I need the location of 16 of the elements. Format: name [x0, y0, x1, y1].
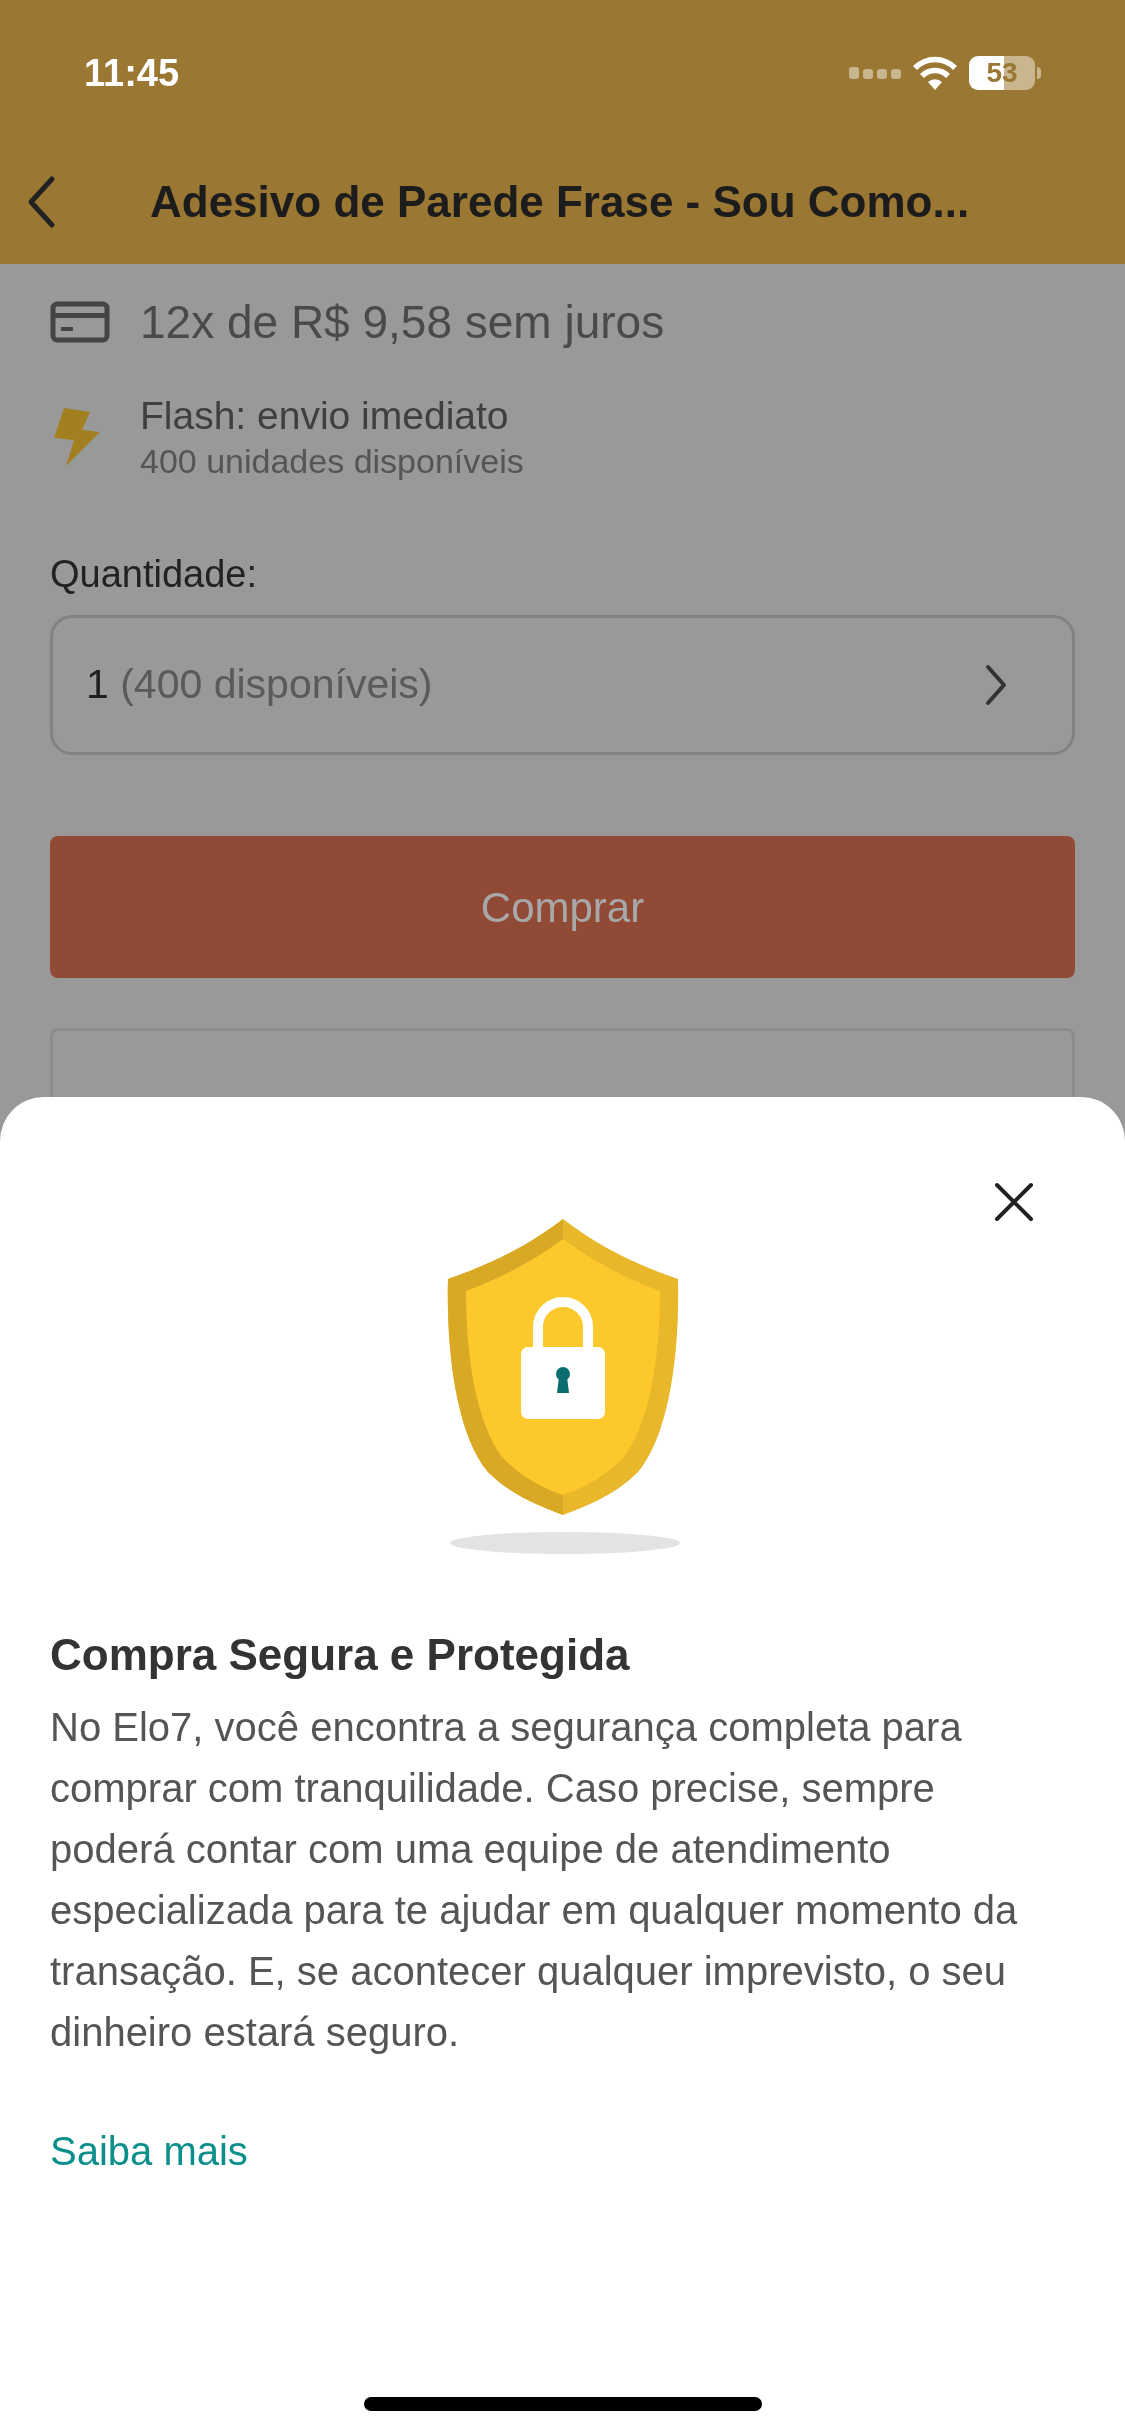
wifi-icon [913, 56, 957, 90]
sheet-description: No Elo7, você encontra a segurança completa para comprar com tranquilidade. Caso precise, sempre poderá contar com uma equipe de atendimento especializada para te ajudar em qualquer momento da transação. E, se acontecer qualquer imprevisto, o seu dinheiro estará seguro. [50, 1704, 1019, 2056]
shipping-title: Flash: envio imediato [140, 393, 510, 439]
sheet-title: Compra Segura e Protegida [50, 1629, 631, 1681]
signal-icon [849, 66, 901, 80]
shipping-subtitle: 400 unidades disponíveis [140, 441, 524, 482]
quantity-selector[interactable]: 1 (400 disponíveis) [50, 615, 1075, 755]
learn-more-link[interactable]: Saiba mais [50, 2121, 248, 2181]
installments-text: 12x de R$ 9,58 sem juros [140, 294, 665, 350]
close-button[interactable] [993, 1181, 1035, 1223]
page-title: Adesivo de Parede Frase - Sou Como... [150, 176, 970, 228]
buy-button[interactable]: Comprar [50, 836, 1075, 978]
quantity-label: Quantidade: [50, 552, 259, 597]
credit-card-icon [50, 301, 110, 343]
status-time: 11:45 [84, 50, 180, 96]
chevron-right-icon [984, 663, 1008, 707]
